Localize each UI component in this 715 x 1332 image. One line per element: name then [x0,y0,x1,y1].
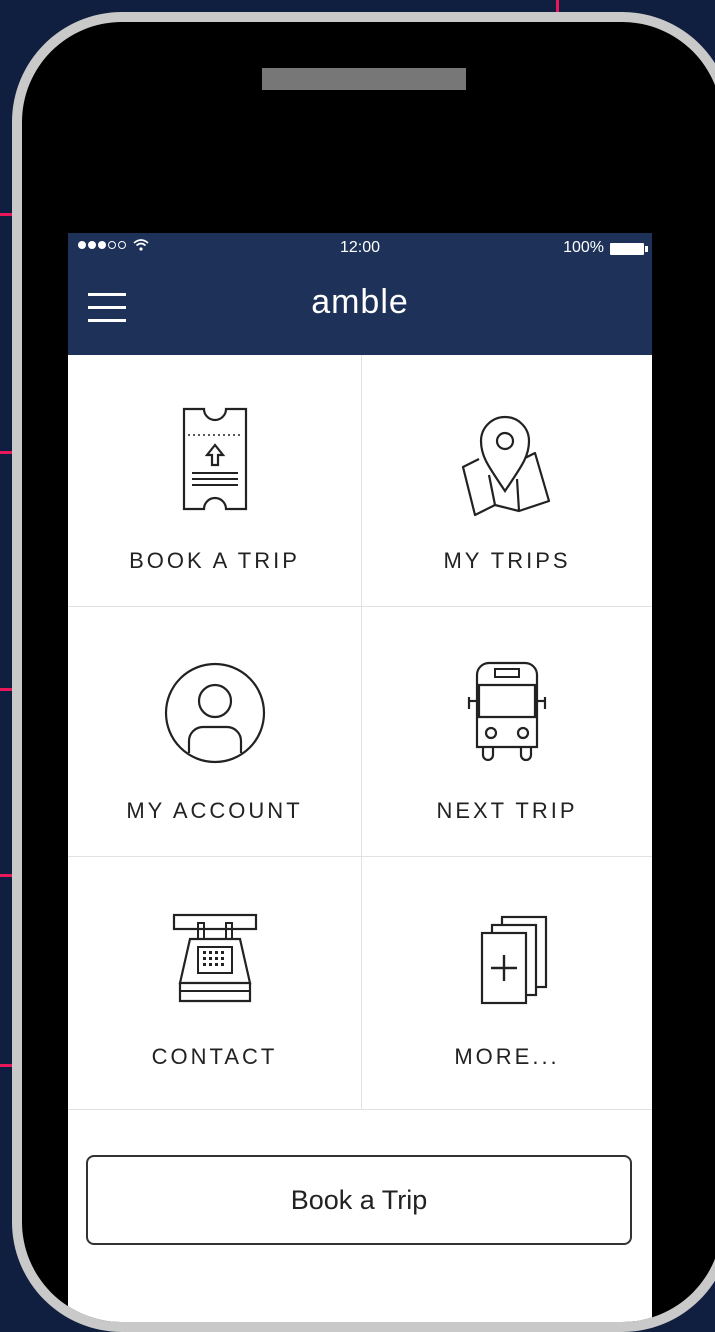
map-pin-icon [461,415,551,517]
tile-label: MY TRIPS [443,548,571,573]
telephone-icon [172,913,257,1003]
my-trips-tile[interactable]: MY TRIPS [362,355,652,607]
tile-label: BOOK A TRIP [129,548,300,573]
tile-label: NEXT TRIP [436,798,578,823]
book-a-trip-tile[interactable]: BOOK A TRIP [68,355,362,607]
contact-tile[interactable]: CONTACT [68,857,362,1109]
my-account-tile[interactable]: MY ACCOUNT [68,607,362,857]
battery-icon [610,243,648,255]
status-bar: 12:00 100% [68,233,652,263]
user-icon [164,662,265,764]
app-header: amble [68,263,652,355]
book-a-trip-button[interactable]: Book a Trip [86,1155,632,1245]
more-tile[interactable]: MORE... [362,857,652,1109]
next-trip-tile[interactable]: NEXT TRIP [362,607,652,857]
add-pages-icon [480,915,548,1005]
tile-label: MORE... [454,1044,560,1069]
phone-frame: 12:00 100% amble BOOK A TRIP MY TRIPS MY… [12,12,715,1332]
phone-bezel: 12:00 100% amble BOOK A TRIP MY TRIPS MY… [22,22,715,1322]
ticket-icon [182,407,247,511]
phone-speaker [262,68,466,90]
tile-label: MY ACCOUNT [126,798,303,823]
app-title: amble [311,283,409,321]
battery-percentage: 100% [563,239,604,256]
section-divider [68,1109,652,1110]
tile-label: CONTACT [151,1044,278,1069]
menu-grid: BOOK A TRIP MY TRIPS MY ACCOUNT NEXT TRI… [68,355,652,1109]
app-screen: 12:00 100% amble BOOK A TRIP MY TRIPS MY… [68,233,652,1322]
bus-icon [467,661,547,762]
